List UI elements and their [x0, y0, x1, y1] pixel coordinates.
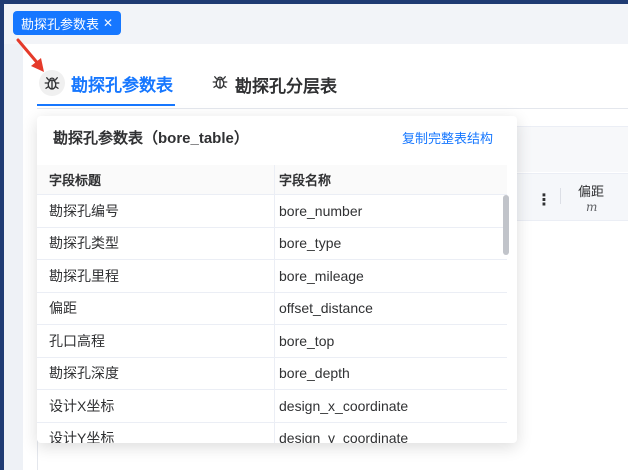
field-title: 偏距 — [49, 300, 77, 317]
tab-label: 勘探孔参数表 — [71, 75, 173, 95]
field-name: bore_mileage — [274, 260, 507, 292]
field-title: 勘探孔里程 — [49, 267, 119, 284]
field-name: bore_type — [274, 227, 507, 259]
field-title: 勘探孔编号 — [49, 202, 119, 219]
column-header-offset: 偏距 — [578, 184, 605, 199]
left-nav-rail — [0, 0, 4, 470]
tag-chip-label: 勘探孔参数表 — [21, 16, 100, 32]
header-field-name: 字段名称 — [274, 165, 507, 194]
field-title: 设计Y坐标 — [49, 430, 115, 443]
table-row: 设计X坐标 design_x_coordinate — [37, 390, 507, 423]
table-row: 设计Y坐标 design_y_coordinate — [37, 422, 507, 443]
header-field-title: 字段标题 — [49, 173, 102, 188]
table-row: 孔口高程 bore_top — [37, 325, 507, 358]
tab-divider — [37, 108, 628, 109]
tab-label: 勘探孔分层表 — [235, 76, 337, 96]
column-unit: m — [586, 200, 598, 214]
field-table: 字段标题 字段名称 勘探孔编号 bore_number 勘探孔类型 bore_typ… — [37, 165, 507, 443]
background-table-header — [515, 173, 628, 221]
copy-structure-link[interactable]: 复制完整表结构 — [402, 128, 493, 147]
field-name: bore_number — [274, 195, 507, 227]
bug-icon — [211, 73, 229, 96]
card-border — [37, 440, 38, 470]
popover-scrollbar[interactable] — [503, 195, 509, 255]
table-structure-popover: 勘探孔参数表（bore_table） 复制完整表结构 字段标题 字段名称 勘探孔… — [37, 116, 517, 443]
tag-chip[interactable]: 勘探孔参数表 ✕ — [13, 11, 122, 35]
field-name: bore_depth — [274, 357, 507, 389]
field-title: 孔口高程 — [49, 332, 105, 349]
field-name: bore_top — [274, 325, 507, 357]
tab-bore-layers[interactable]: 勘探孔分层表 — [209, 62, 339, 106]
table-header: 字段标题 字段名称 — [37, 165, 507, 195]
popover-header: 勘探孔参数表（bore_table） 复制完整表结构 — [37, 116, 517, 158]
popover-title: 勘探孔参数表（bore_table） — [53, 129, 249, 147]
table-row: 勘探孔深度 bore_depth — [37, 357, 507, 390]
field-title: 勘探孔类型 — [49, 235, 119, 252]
field-name: design_x_coordinate — [274, 390, 507, 422]
field-name: design_y_coordinate — [274, 422, 507, 443]
table-row: 勘探孔里程 bore_mileage — [37, 260, 507, 293]
field-title: 勘探孔深度 — [49, 365, 119, 382]
tab-bar: 勘探孔参数表 勘探孔分层表 — [37, 62, 339, 108]
table-row: 勘探孔类型 bore_type — [37, 227, 507, 260]
more-vertical-icon[interactable]: ⋮ — [536, 190, 552, 210]
tab-bore-parameters[interactable]: 勘探孔参数表 — [37, 62, 175, 106]
column-separator — [560, 188, 561, 204]
field-name: offset_distance — [274, 292, 507, 324]
close-icon[interactable]: ✕ — [103, 16, 113, 30]
top-accent-line — [0, 0, 628, 4]
table-row: 偏距 offset_distance — [37, 292, 507, 325]
table-row: 勘探孔编号 bore_number — [37, 195, 507, 228]
background-toolbar — [515, 126, 628, 172]
field-title: 设计X坐标 — [49, 397, 115, 414]
red-arrow-icon — [16, 38, 44, 72]
